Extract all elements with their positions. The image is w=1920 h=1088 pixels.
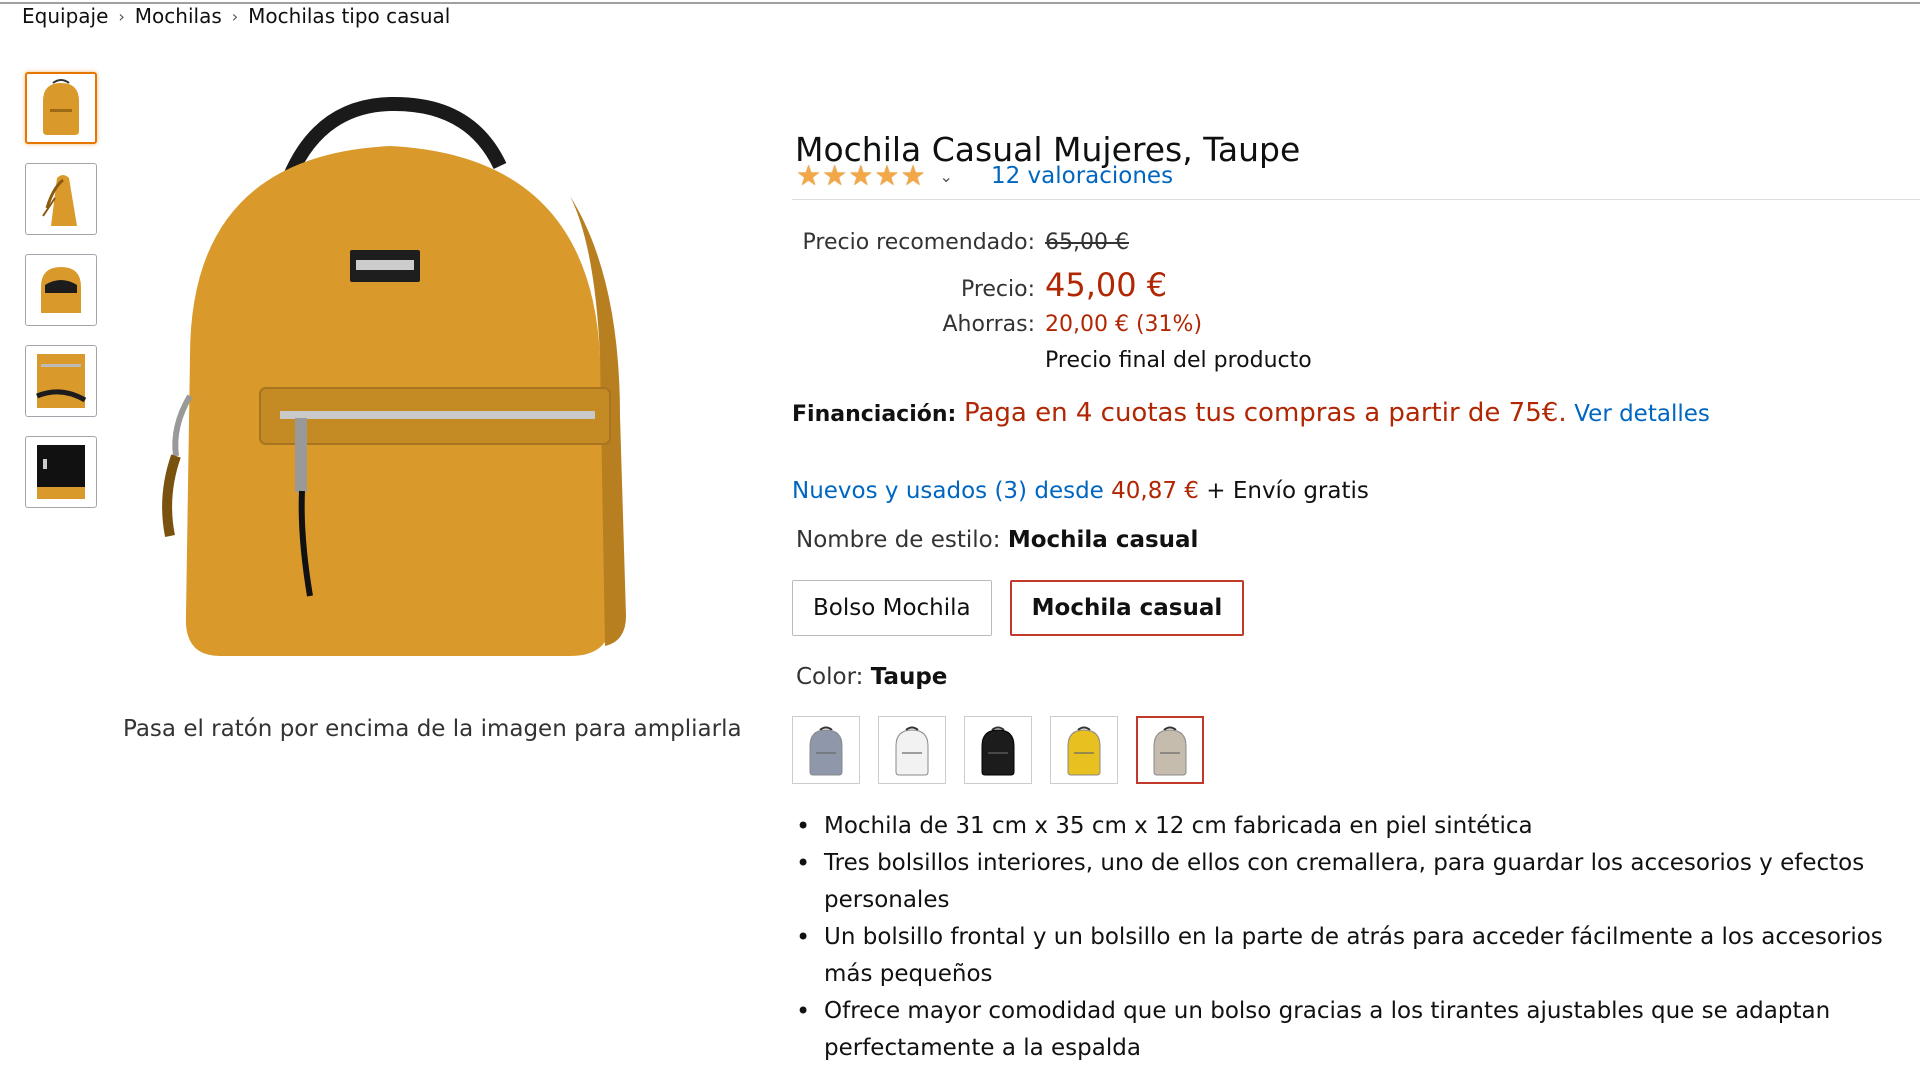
price-value: 45,00 € (1045, 266, 1168, 304)
star-icon: ★ (848, 159, 874, 192)
style-option-bolso-mochila[interactable]: Bolso Mochila (792, 580, 992, 636)
color-label: Color: Taupe (796, 664, 947, 690)
style-options: Bolso Mochila Mochila casual (792, 580, 1245, 636)
backpack-inside-icon (37, 445, 85, 499)
breadcrumb: Equipaje › Mochilas › Mochilas tipo casu… (22, 4, 450, 28)
backpack-swatch-icon (981, 726, 1015, 776)
ratings-count-link[interactable]: 12 valoraciones (991, 163, 1173, 189)
backpack-swatch-icon (1067, 726, 1101, 776)
new-used-link[interactable]: Nuevos y usados (3) desde (792, 478, 1104, 504)
free-shipping-text: + Envío gratis (1206, 478, 1369, 504)
star-rating[interactable]: ★ ★ ★ ★ ★ (796, 162, 926, 190)
star-icon: ★ (900, 159, 926, 192)
breadcrumb-item-equipaje[interactable]: Equipaje (22, 4, 108, 28)
color-swatch[interactable] (792, 716, 860, 784)
thumbnail-open[interactable] (25, 254, 97, 326)
breadcrumb-separator-icon: › (118, 6, 125, 26)
star-icon: ★ (796, 159, 822, 192)
financing-details-link[interactable]: Ver detalles (1574, 401, 1710, 427)
backpack-swatch-icon (809, 726, 843, 776)
style-label: Nombre de estilo: Mochila casual (796, 527, 1198, 553)
new-and-used-offers: Nuevos y usados (3) desde 40,87 € + Enví… (792, 478, 1369, 504)
color-selected-value: Taupe (870, 664, 948, 690)
color-swatch[interactable] (1050, 716, 1118, 784)
financing-text: Paga en 4 cuotas tus compras a partir de… (963, 398, 1567, 428)
star-icon: ★ (874, 159, 900, 192)
feature-bullet: Ofrece mayor comodidad que un bolso grac… (796, 993, 1920, 1067)
backpack-swatch-icon (1153, 726, 1187, 776)
savings-value: 20,00 € (31%) (1045, 312, 1203, 337)
backpack-image (162, 96, 626, 656)
breadcrumb-separator-icon: › (231, 6, 239, 26)
feature-bullets: Mochila de 31 cm x 35 cm x 12 cm fabrica… (792, 808, 1920, 1067)
price-row: Precio: 45,00 € (792, 266, 1167, 304)
style-selected-value: Mochila casual (1007, 527, 1199, 553)
color-swatches (792, 716, 1204, 784)
star-icon: ★ (822, 159, 848, 192)
new-used-price: 40,87 € (1111, 478, 1199, 504)
thumbnail-side[interactable] (25, 163, 97, 235)
backpack-side-icon (42, 175, 77, 226)
savings-row: Ahorras: 20,00 € (31%) (792, 312, 1202, 337)
feature-bullet: Un bolsillo frontal y un bolsillo en la … (796, 919, 1920, 993)
color-label-text: Color: (796, 664, 864, 690)
rating-summary: ★ ★ ★ ★ ★ ⌄ 12 valoraciones (796, 162, 1173, 190)
feature-bullet: Mochila de 31 cm x 35 cm x 12 cm fabrica… (796, 808, 1920, 845)
style-option-mochila-casual[interactable]: Mochila casual (1009, 580, 1245, 636)
style-label-text: Nombre de estilo: (796, 527, 1001, 553)
savings-label: Ahorras: (942, 312, 1035, 337)
thumbnail-front[interactable] (25, 72, 97, 144)
final-price-note: Precio final del producto (1045, 348, 1312, 373)
recommended-price-label: Precio recomendado: (802, 230, 1035, 255)
color-swatch[interactable] (1136, 716, 1204, 784)
product-main-image[interactable] (150, 96, 690, 676)
price-label: Precio: (960, 277, 1035, 302)
financing-info: Financiación: Paga en 4 cuotas tus compr… (792, 398, 1710, 428)
final-price-row: Precio final del producto (792, 348, 1312, 373)
backpack-front-icon (43, 79, 79, 135)
chevron-down-icon[interactable]: ⌄ (940, 167, 953, 186)
recommended-price-row: Precio recomendado: 65,00 € (792, 230, 1129, 255)
breadcrumb-item-mochilas[interactable]: Mochilas (135, 4, 222, 28)
recommended-price-value: 65,00 € (1045, 230, 1129, 255)
breadcrumb-item-mochilas-casual[interactable]: Mochilas tipo casual (248, 4, 450, 28)
zipper-detail-icon (36, 354, 87, 408)
thumbnail-list (25, 72, 97, 527)
image-zoom-hint: Pasa el ratón por encima de la imagen pa… (123, 716, 742, 742)
backpack-open-icon (41, 267, 81, 313)
thumbnail-detail[interactable] (25, 345, 97, 417)
backpack-swatch-icon (895, 726, 929, 776)
divider (792, 199, 1920, 200)
financing-label: Financiación: (792, 402, 957, 427)
color-swatch[interactable] (964, 716, 1032, 784)
thumbnail-inside[interactable] (25, 436, 97, 508)
color-swatch[interactable] (878, 716, 946, 784)
feature-bullet: Tres bolsillos interiores, uno de ellos … (796, 845, 1920, 919)
